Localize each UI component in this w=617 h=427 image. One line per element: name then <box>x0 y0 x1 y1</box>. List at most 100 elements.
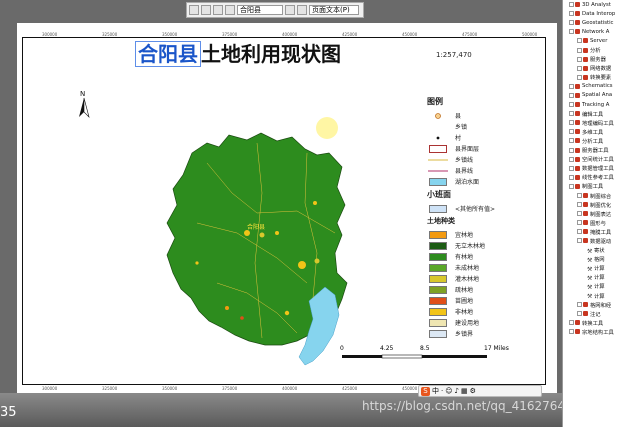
toolbox-tree-item[interactable]: 服务器工具 <box>563 146 617 155</box>
tree-expand-icon[interactable] <box>577 47 582 53</box>
toolbox-tree-item[interactable]: Spatial Ana <box>563 91 617 100</box>
ime-emoji-icon[interactable]: ☺ <box>445 387 452 395</box>
toolbox-tree-item[interactable]: Tracking A <box>563 100 617 109</box>
tree-expand-icon[interactable] <box>569 183 574 189</box>
tree-expand-icon[interactable] <box>569 320 574 326</box>
tree-expand-icon[interactable] <box>569 29 574 35</box>
toolbox-tree-item[interactable]: 制图表达 <box>563 209 617 218</box>
tree-expand-icon[interactable] <box>577 65 582 71</box>
toolbox-tree-label: 数据管理工具 <box>582 166 614 173</box>
tree-expand-icon[interactable] <box>569 92 574 98</box>
frame-tick-top: 325000 <box>102 32 118 37</box>
tree-expand-icon[interactable] <box>577 311 582 317</box>
tree-expand-icon[interactable] <box>577 74 582 80</box>
toolbox-tree-item[interactable]: ⚒ 格网 <box>563 255 617 264</box>
next-page-button[interactable] <box>285 5 295 15</box>
tree-expand-icon[interactable] <box>577 38 582 44</box>
tree-expand-icon[interactable] <box>577 220 582 226</box>
toolbox-tree-item[interactable]: 制图工具 <box>563 182 617 191</box>
toolbox-tree-item[interactable]: 多维工具 <box>563 127 617 136</box>
layout-view[interactable]: 合阳县 页面文本(P) 300000 325000 350000 375000 4000… <box>0 0 573 427</box>
tree-expand-icon[interactable] <box>577 238 582 244</box>
frame-tick-bottom: 300000 <box>42 386 58 391</box>
landuse-swatch <box>429 230 447 239</box>
toolbox-tree-item[interactable]: 转换要素 <box>563 73 617 82</box>
toolbox-icon <box>575 329 580 335</box>
first-page-button[interactable] <box>213 5 223 15</box>
zoom-tool-button[interactable] <box>201 5 211 15</box>
ime-mode[interactable]: 中 <box>432 386 439 396</box>
tree-expand-icon[interactable] <box>569 174 574 180</box>
toolbox-tree-item[interactable]: 编辑工具 <box>563 109 617 118</box>
ime-mic-icon[interactable]: ♪ <box>455 387 459 395</box>
tree-expand-icon[interactable] <box>569 165 574 171</box>
ime-settings-icon[interactable]: ⚙ <box>470 387 476 395</box>
toolbox-tree-item[interactable]: 分析工具 <box>563 136 617 145</box>
pan-tool-button[interactable] <box>189 5 199 15</box>
toolbox-tree-item[interactable]: ⚒ 计算 <box>563 282 617 291</box>
toolbox-tree-item[interactable]: Server <box>563 36 617 45</box>
tree-expand-icon[interactable] <box>577 302 582 308</box>
north-arrow-icon: N <box>79 90 90 118</box>
hammer-tool-icon: ⚒ <box>587 256 593 264</box>
ime-punct-icon[interactable]: · <box>441 387 443 395</box>
toolbox-tree-item[interactable]: 格网和经 <box>563 300 617 309</box>
toolbox-tree-item[interactable]: 服务器 <box>563 55 617 64</box>
toolbox-tree-item[interactable]: Data Interop <box>563 9 617 18</box>
toolbox-tree-label: 制图工具 <box>582 184 604 191</box>
county-point-icon <box>427 112 449 120</box>
map-paper: 300000 325000 350000 375000 400000 425000 4500… <box>17 23 557 393</box>
toolbox-tree-item[interactable]: 3D Analyst <box>563 0 617 9</box>
toolbox-icon <box>575 147 580 153</box>
tree-expand-icon[interactable] <box>569 111 574 117</box>
page-select[interactable]: 合阳县 <box>237 5 283 15</box>
toolbox-tree-item[interactable]: 注记 <box>563 309 617 318</box>
toolbox-tree-item[interactable]: 宗地结构工具 <box>563 327 617 336</box>
prev-page-button[interactable] <box>225 5 235 15</box>
tree-expand-icon[interactable] <box>569 120 574 126</box>
toolbox-tree-item[interactable]: ⚒ 寄状 <box>563 246 617 255</box>
toolbox-tree-item[interactable]: 地理编码工具 <box>563 118 617 127</box>
toolbox-tree-item[interactable]: 数据驱动 <box>563 236 617 245</box>
tree-expand-icon[interactable] <box>569 129 574 135</box>
toolbox-tree-item[interactable]: ⚒ 计算 <box>563 291 617 300</box>
toolbox-tree-item[interactable]: 掩膜工具 <box>563 227 617 236</box>
tree-expand-icon[interactable] <box>569 156 574 162</box>
last-page-button[interactable] <box>297 5 307 15</box>
tree-expand-icon[interactable] <box>577 229 582 235</box>
toolbox-tree-item[interactable]: 空间统计工具 <box>563 155 617 164</box>
tree-expand-icon[interactable] <box>577 193 582 199</box>
toolbox-tree-item[interactable]: 图形与 <box>563 218 617 227</box>
toolbox-tree-item[interactable]: Geostatistic <box>563 18 617 27</box>
toolbox-tree-label: 空间统计工具 <box>582 157 614 164</box>
tree-expand-icon[interactable] <box>569 138 574 144</box>
toolbox-tree-item[interactable]: 转换工具 <box>563 318 617 327</box>
tree-expand-icon[interactable] <box>569 11 574 17</box>
tree-expand-icon[interactable] <box>569 102 574 108</box>
toolbox-tree-item[interactable]: ⚒ 计算 <box>563 264 617 273</box>
toolbox-tree-item[interactable]: 制图综合 <box>563 191 617 200</box>
tree-expand-icon[interactable] <box>569 20 574 26</box>
toolbox-tree-item[interactable]: 制图优化 <box>563 200 617 209</box>
toolbox-tree-item[interactable]: Schematics <box>563 82 617 91</box>
tree-expand-icon[interactable] <box>577 211 582 217</box>
toolbox-icon <box>575 11 580 17</box>
tree-expand-icon[interactable] <box>569 147 574 153</box>
tree-expand-icon[interactable] <box>577 202 582 208</box>
tree-expand-icon[interactable] <box>569 2 574 8</box>
toolbox-tree-item[interactable]: 网络数据 <box>563 64 617 73</box>
toolbox-tree-item[interactable]: ⚒ 计算 <box>563 273 617 282</box>
toolbox-tree-item[interactable]: 分析 <box>563 45 617 54</box>
toolbox-tree-item[interactable]: 线性参考工具 <box>563 173 617 182</box>
toolbox-tree-item[interactable]: Network A <box>563 27 617 36</box>
ime-toolbar[interactable]: S 中 · ☺ ♪ ▦ ⚙ <box>418 385 542 397</box>
landuse-label: 乡镇界 <box>455 331 474 338</box>
tree-expand-icon[interactable] <box>569 83 574 89</box>
page-text-button[interactable]: 页面文本(P) <box>309 5 359 15</box>
tree-expand-icon[interactable] <box>577 56 582 62</box>
toolbox-tree-item[interactable]: 数据管理工具 <box>563 164 617 173</box>
arctoolbox-panel[interactable]: 3D Analyst Data Interop Geostatistic Networ… <box>562 0 617 427</box>
ime-keyboard-icon[interactable]: ▦ <box>461 387 468 395</box>
toolbox-tree-label: 图形与 <box>590 220 606 227</box>
tree-expand-icon[interactable] <box>569 329 574 335</box>
